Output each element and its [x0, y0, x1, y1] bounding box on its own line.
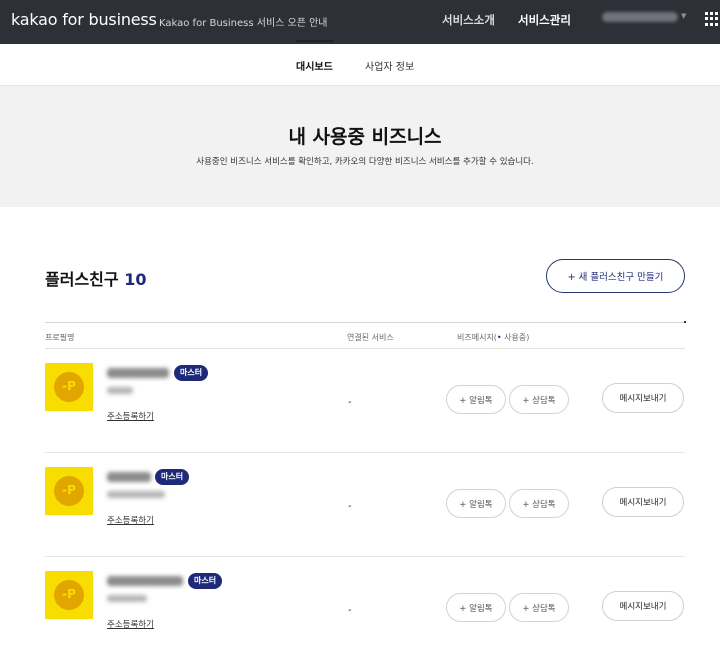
hero-banner: 내 사용중 비즈니스 사용중인 비즈니스 서비스를 확인하고, 카카오의 다양한…: [0, 86, 720, 207]
sub-navigation: 대시보드 사업자 정보: [0, 44, 720, 86]
register-address-link[interactable]: 주소등록하기: [107, 514, 154, 526]
plus-friend-icon[interactable]: -P: [45, 363, 93, 411]
column-header-biz-message: 비즈메시지(• 사용중): [457, 332, 529, 343]
table-row: -P 마스터 주소등록하기 - + 알림톡 + 상담톡 메시지보내기: [45, 557, 685, 652]
table-top-border: [45, 322, 685, 323]
biz-message-suffix: 사용중): [501, 333, 530, 342]
column-header-profile: 프로필명: [45, 333, 75, 342]
nav-service-management[interactable]: 서비스관리: [518, 12, 571, 28]
table-row: -P 마스터 주소등록하기 - + 알림톡 + 상담톡 메시지보내기: [45, 453, 685, 557]
plus-friend-icon[interactable]: -P: [45, 467, 93, 515]
apps-grid-icon[interactable]: [705, 12, 719, 26]
add-alimtalk-button[interactable]: + 알림톡: [446, 593, 506, 622]
register-address-link[interactable]: 주소등록하기: [107, 618, 154, 630]
register-address-link[interactable]: 주소등록하기: [107, 410, 154, 422]
add-sangdamtalk-button[interactable]: + 상담톡: [509, 593, 569, 622]
nav-service-intro[interactable]: 서비스소개: [442, 12, 495, 28]
add-sangdamtalk-button[interactable]: + 상담톡: [509, 385, 569, 414]
section-title: 플러스친구 10: [45, 266, 146, 290]
plus-friend-mark: -P: [54, 372, 84, 402]
tab-dashboard[interactable]: 대시보드: [296, 58, 333, 73]
master-badge: 마스터: [155, 469, 190, 485]
tab-business-info[interactable]: 사업자 정보: [365, 58, 414, 73]
profile-id-blurred: [107, 387, 133, 394]
section-title-label: 플러스친구: [45, 270, 119, 289]
profile-name-blurred[interactable]: [107, 368, 169, 378]
master-badge: 마스터: [174, 365, 209, 381]
page-title: 내 사용중 비즈니스: [288, 126, 442, 148]
active-tab-indicator: [296, 40, 333, 42]
biz-message-prefix: 비즈메시지(: [457, 333, 497, 342]
linked-service-value: -: [348, 605, 352, 616]
add-sangdamtalk-button[interactable]: + 상담톡: [509, 489, 569, 518]
page-subtitle: 사용중인 비즈니스 서비스를 확인하고, 카카오의 다양한 비즈니스 서비스를 …: [196, 157, 534, 167]
account-email-blurred[interactable]: [602, 12, 678, 22]
top-bar: kakao for business Kakao for Business 서비…: [0, 0, 720, 44]
linked-service-value: -: [348, 501, 352, 512]
master-badge: 마스터: [188, 573, 223, 589]
table-row: -P 마스터 주소등록하기 - + 알림톡 + 상담톡 메시지보내기: [45, 349, 685, 453]
plus-friend-icon[interactable]: -P: [45, 571, 93, 619]
profile-id-blurred: [107, 491, 165, 498]
table-corner-dot: [684, 321, 686, 323]
plus-friend-mark: -P: [54, 476, 84, 506]
create-plus-friend-button[interactable]: + 새 플러스친구 만들기: [546, 259, 685, 293]
linked-service-value: -: [348, 397, 352, 408]
add-alimtalk-button[interactable]: + 알림톡: [446, 489, 506, 518]
section-count: 10: [124, 270, 147, 289]
send-message-button[interactable]: 메시지보내기: [602, 487, 684, 517]
add-alimtalk-button[interactable]: + 알림톡: [446, 385, 506, 414]
service-open-notice-link[interactable]: Kakao for Business 서비스 오픈 안내: [159, 14, 328, 29]
profile-name-blurred[interactable]: [107, 472, 151, 482]
chevron-down-icon[interactable]: ▼: [681, 12, 686, 20]
logo-glyph: -P: [62, 483, 76, 497]
logo-glyph: -P: [62, 587, 76, 601]
send-message-button[interactable]: 메시지보내기: [602, 591, 684, 621]
logo-glyph: -P: [62, 379, 76, 393]
column-header-linked-service: 연결된 서비스: [347, 333, 394, 342]
profile-id-blurred: [107, 595, 147, 602]
send-message-button[interactable]: 메시지보내기: [602, 383, 684, 413]
plus-friend-mark: -P: [54, 580, 84, 610]
profile-name-blurred[interactable]: [107, 576, 183, 586]
brand-logo[interactable]: kakao for business: [11, 10, 157, 29]
